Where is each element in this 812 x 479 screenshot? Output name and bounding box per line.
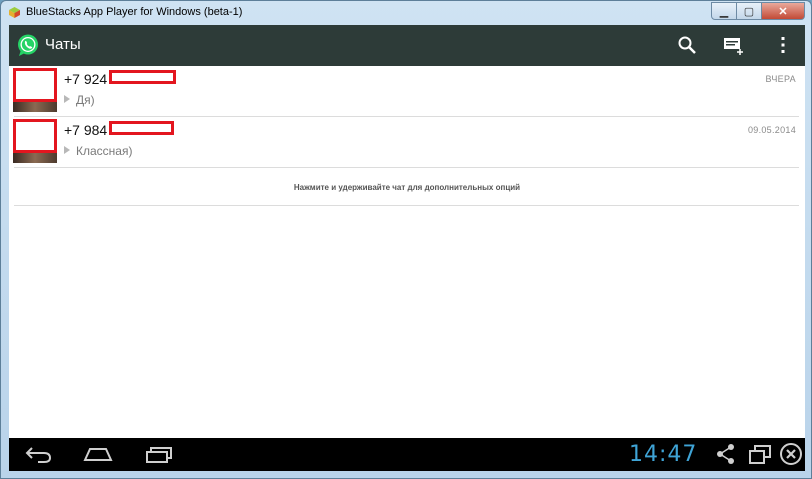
screen-title: Чаты	[45, 36, 81, 53]
android-screen: Чаты +7 924 ВЧЕРА Дя) +7 984 09.05.2014 …	[9, 25, 805, 471]
window-titlebar[interactable]: BlueStacks App Player for Windows (beta-…	[1, 1, 811, 25]
share-icon[interactable]	[714, 442, 738, 466]
avatar-photo	[13, 102, 57, 112]
close-app-icon[interactable]	[779, 442, 803, 466]
avatar	[13, 119, 57, 163]
bluestacks-logo-icon	[9, 7, 20, 18]
chat-row[interactable]: +7 924 ВЧЕРА Дя)	[9, 66, 805, 117]
minimize-button[interactable]: ▁	[711, 2, 737, 20]
window-title: BlueStacks App Player for Windows (beta-…	[26, 6, 243, 18]
hint-row: Нажмите и удерживайте чат для дополнител…	[9, 168, 805, 206]
avatar-photo	[13, 153, 57, 163]
android-nav-bar: 14:47	[9, 438, 805, 471]
chat-list: +7 924 ВЧЕРА Дя) +7 984 09.05.2014 Класс…	[9, 66, 805, 206]
redaction-box	[109, 70, 176, 84]
avatar	[13, 68, 57, 112]
back-icon[interactable]	[24, 442, 54, 466]
chat-row[interactable]: +7 984 09.05.2014 Классная)	[9, 117, 805, 168]
window-mode-icon[interactable]	[747, 442, 773, 466]
chat-preview-text: Дя)	[76, 93, 95, 107]
close-window-button[interactable]: ✕	[762, 2, 805, 20]
bluestacks-window: BlueStacks App Player for Windows (beta-…	[0, 0, 812, 479]
chat-preview: Дя)	[64, 93, 95, 107]
redaction-box	[13, 68, 57, 102]
home-icon[interactable]	[82, 442, 114, 466]
clock: 14:47	[629, 442, 698, 467]
window-controls: ▁ ▢ ✕	[711, 2, 805, 20]
action-bar: Чаты	[9, 25, 805, 66]
chat-date: ВЧЕРА	[765, 74, 796, 84]
play-arrow-icon	[64, 146, 70, 154]
redaction-box	[109, 121, 174, 135]
chat-date: 09.05.2014	[747, 125, 796, 135]
chat-preview: Классная)	[64, 144, 132, 158]
chat-preview-text: Классная)	[76, 144, 133, 158]
redaction-box	[13, 119, 57, 153]
play-arrow-icon	[64, 95, 70, 103]
hint-text: Нажмите и удерживайте чат для дополнител…	[293, 183, 521, 192]
overflow-menu-icon[interactable]	[772, 34, 794, 56]
divider	[14, 205, 799, 206]
recent-apps-icon[interactable]	[143, 442, 173, 466]
chat-name: +7 924	[64, 71, 108, 87]
new-chat-icon[interactable]	[722, 34, 744, 56]
maximize-button[interactable]: ▢	[737, 2, 762, 20]
whatsapp-logo-icon[interactable]	[16, 33, 40, 57]
search-icon[interactable]	[676, 34, 698, 56]
chat-name: +7 984	[64, 122, 108, 138]
